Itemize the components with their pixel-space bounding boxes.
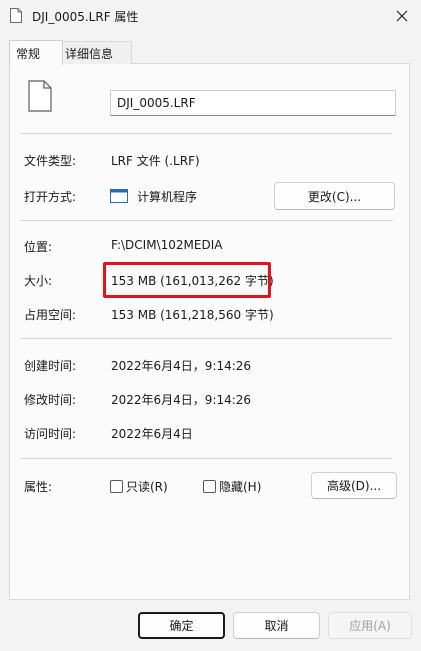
- tab-details[interactable]: 详细信息: [58, 41, 132, 64]
- size-on-disk-label: 占用空间:: [24, 308, 77, 322]
- window-title: DJI_0005.LRF 属性: [32, 10, 139, 24]
- tab-general-label: 常规: [16, 46, 41, 61]
- file-type-value: LRF 文件 (.LRF): [111, 154, 200, 168]
- cancel-button[interactable]: 取消: [233, 612, 320, 639]
- size-on-disk-value: 153 MB (161,218,560 字节): [111, 308, 274, 322]
- readonly-checkbox[interactable]: [110, 480, 123, 493]
- created-label: 创建时间:: [24, 359, 77, 373]
- opens-with-value: 计算机程序: [137, 190, 198, 204]
- highlight-box: [103, 262, 271, 298]
- document-icon: [10, 8, 22, 23]
- modified-value: 2022年6月4日，9:14:26: [111, 393, 252, 407]
- change-button[interactable]: 更改(C)...: [274, 182, 395, 210]
- size-label: 大小:: [24, 274, 53, 288]
- location-value: F:\DCIM\102MEDIA: [111, 238, 223, 252]
- hidden-label: 隐藏(H): [219, 480, 262, 494]
- divider: [20, 338, 393, 339]
- divider: [20, 220, 393, 221]
- advanced-button[interactable]: 高级(D)...: [311, 472, 397, 499]
- file-name-field[interactable]: [110, 90, 396, 116]
- tab-general[interactable]: 常规: [9, 40, 63, 65]
- close-button[interactable]: [388, 4, 416, 28]
- hidden-checkbox[interactable]: [203, 480, 216, 493]
- close-icon: [396, 10, 408, 22]
- tab-details-label: 详细信息: [65, 46, 114, 61]
- ok-button[interactable]: 确定: [138, 612, 225, 639]
- attributes-label: 属性:: [24, 480, 53, 494]
- divider: [20, 458, 393, 459]
- created-value: 2022年6月4日，9:14:26: [111, 359, 252, 373]
- apply-button[interactable]: 应用(A): [328, 612, 412, 639]
- opens-with-label: 打开方式:: [24, 190, 77, 204]
- file-type-label: 文件类型:: [24, 154, 77, 168]
- divider: [20, 133, 393, 134]
- accessed-label: 访问时间:: [24, 427, 77, 441]
- readonly-label: 只读(R): [126, 480, 168, 494]
- properties-panel: [9, 63, 410, 600]
- document-icon: [28, 80, 52, 112]
- application-window-icon: [110, 189, 128, 203]
- modified-label: 修改时间:: [24, 393, 77, 407]
- accessed-value: 2022年6月4日: [111, 427, 193, 441]
- location-label: 位置:: [24, 240, 53, 254]
